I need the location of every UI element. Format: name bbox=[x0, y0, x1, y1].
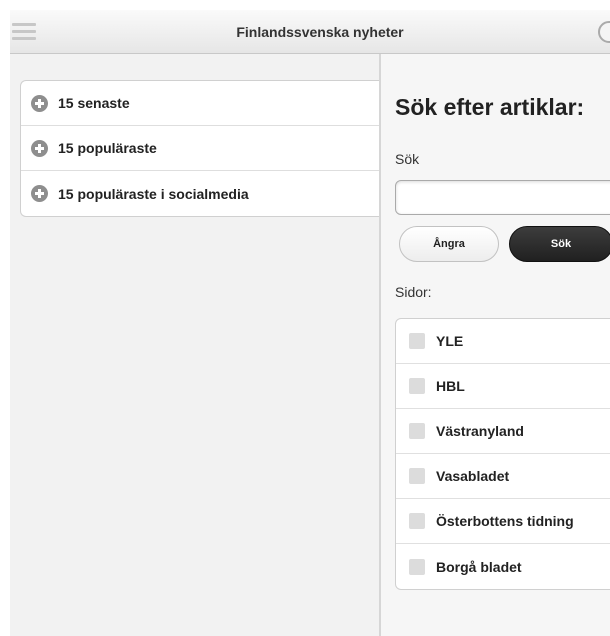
site-checkbox[interactable] bbox=[409, 468, 425, 484]
list-item-label: 15 senaste bbox=[58, 95, 130, 111]
site-item-osterbottens-tidning[interactable]: Österbottens tidning bbox=[396, 499, 610, 544]
site-item-label: Österbottens tidning bbox=[436, 513, 574, 529]
site-item-vastranyland[interactable]: Västranyland bbox=[396, 409, 610, 454]
plus-circle-icon bbox=[31, 139, 48, 157]
search-button[interactable]: Sök bbox=[509, 226, 610, 262]
site-item-label: HBL bbox=[436, 378, 465, 394]
site-checkbox[interactable] bbox=[409, 558, 425, 575]
left-panel: 15 senaste 15 populäraste 15 populäraste… bbox=[10, 54, 380, 636]
list-item-popular-social[interactable]: 15 populäraste i socialmedia bbox=[21, 171, 380, 216]
search-panel: Sök efter artiklar: Sök Ångra Sök Sidor:… bbox=[381, 54, 610, 636]
site-item-vasabladet[interactable]: Vasabladet bbox=[396, 454, 610, 499]
category-list: 15 senaste 15 populäraste 15 populäraste… bbox=[20, 80, 380, 217]
site-checkbox[interactable] bbox=[409, 513, 425, 529]
list-item-label: 15 populäraste bbox=[58, 140, 157, 156]
site-checkbox[interactable] bbox=[409, 378, 425, 394]
site-item-label: Vasabladet bbox=[436, 468, 510, 484]
cancel-button[interactable]: Ångra bbox=[399, 226, 499, 262]
site-item-hbl[interactable]: HBL bbox=[396, 364, 610, 409]
search-heading: Sök efter artiklar: bbox=[395, 94, 585, 120]
list-item-popular[interactable]: 15 populäraste bbox=[21, 126, 380, 171]
list-item-label: 15 populäraste i socialmedia bbox=[58, 185, 249, 202]
search-input[interactable] bbox=[395, 180, 610, 215]
search-field-label: Sök bbox=[395, 151, 420, 167]
site-item-label: Västranyland bbox=[436, 423, 524, 439]
app-title: Finlandssvenska nyheter bbox=[236, 24, 404, 40]
plus-circle-icon bbox=[31, 185, 48, 202]
site-item-label: Borgå bladet bbox=[436, 558, 522, 575]
site-item-borga-bladet[interactable]: Borgå bladet bbox=[396, 544, 610, 589]
site-item-label: YLE bbox=[436, 333, 464, 349]
site-checkbox[interactable] bbox=[409, 423, 425, 439]
plus-circle-icon bbox=[31, 94, 48, 112]
header-bar: Finlandssvenska nyheter bbox=[10, 10, 610, 54]
sites-list: YLE HBL Västranyland Vasabladet Österbot… bbox=[395, 318, 610, 590]
list-item-latest[interactable]: 15 senaste bbox=[21, 81, 380, 126]
site-item-yle[interactable]: YLE bbox=[396, 319, 610, 364]
sites-label: Sidor: bbox=[395, 284, 432, 300]
app-frame: Finlandssvenska nyheter 15 senaste 15 po… bbox=[10, 10, 610, 636]
site-checkbox[interactable] bbox=[409, 333, 425, 349]
